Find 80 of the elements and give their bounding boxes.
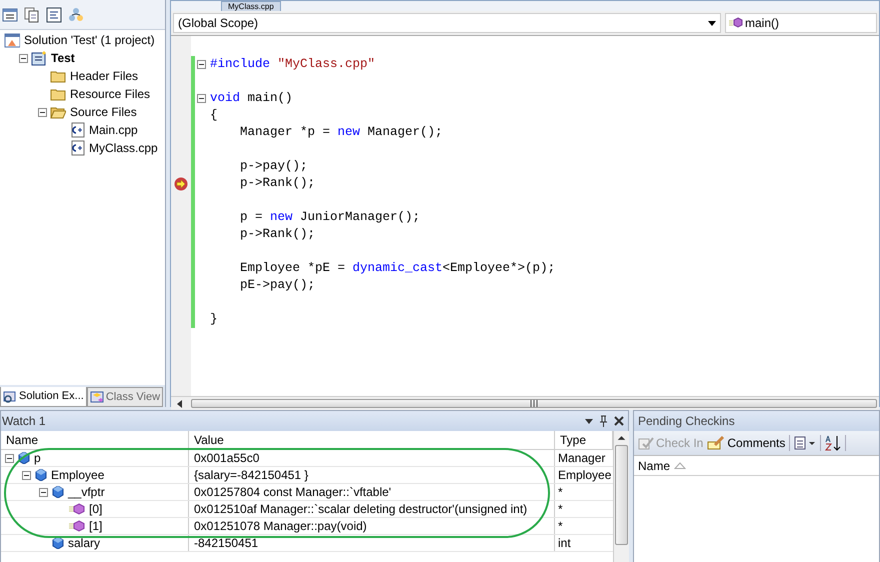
cpp-file-icon bbox=[69, 122, 85, 138]
code-line: pE->pay(); bbox=[239, 277, 316, 294]
project-icon bbox=[31, 50, 47, 66]
documents-icon[interactable] bbox=[24, 6, 40, 22]
toolbar-button[interactable]: Comments bbox=[707, 434, 786, 452]
watch-name: __vfptr bbox=[68, 484, 105, 501]
scope-dropdown[interactable]: (Global Scope) bbox=[173, 13, 721, 33]
class-view-icon bbox=[90, 390, 104, 404]
watch-name: [1] bbox=[89, 518, 102, 535]
dropdown-arrow-icon bbox=[708, 20, 716, 26]
code-line: { bbox=[210, 107, 218, 124]
code-line: Employee *pE = dynamic_cast<Employee*>(p); bbox=[239, 260, 556, 278]
column-header[interactable]: Name bbox=[638, 456, 670, 474]
sort-az-icon[interactable] bbox=[825, 435, 842, 451]
properties-icon[interactable] bbox=[2, 6, 18, 22]
code-line: void main() bbox=[210, 90, 293, 108]
document-list-icon[interactable] bbox=[794, 436, 816, 450]
pencil-note-icon bbox=[707, 436, 726, 450]
code-line: } bbox=[210, 311, 218, 328]
code-line: p->Rank(); bbox=[239, 226, 316, 244]
class-diagram-icon[interactable] bbox=[68, 6, 84, 22]
code-view-icon[interactable] bbox=[46, 6, 62, 22]
collapse-icon[interactable] bbox=[38, 108, 47, 116]
field-icon bbox=[35, 469, 47, 481]
code-line: #include "MyClass.cpp" bbox=[210, 56, 376, 74]
dropdown-arrow-icon[interactable] bbox=[585, 418, 593, 424]
collapse-icon[interactable] bbox=[5, 454, 14, 462]
code-line: Manager *p = new Manager(); bbox=[239, 124, 443, 142]
sort-arrow-icon bbox=[674, 462, 686, 469]
method-icon bbox=[729, 17, 743, 29]
watch-value: 0x001a55c0 bbox=[189, 450, 555, 466]
watch-value: -842150451 bbox=[189, 535, 555, 551]
tree-item[interactable]: Solution 'Test' (1 project) bbox=[23, 31, 156, 49]
collapse-icon[interactable] bbox=[197, 60, 206, 69]
collapse-icon[interactable] bbox=[19, 54, 28, 62]
vertical-scrollbar-thumb[interactable] bbox=[615, 445, 628, 545]
solution-icon bbox=[4, 32, 20, 48]
panel-title: Watch 1 bbox=[2, 413, 46, 430]
panel-tab[interactable]: Class View bbox=[86, 387, 164, 407]
field-icon bbox=[52, 537, 64, 549]
method-icon bbox=[69, 520, 85, 532]
method-icon bbox=[69, 503, 85, 515]
code-line: p->Rank(); bbox=[239, 175, 316, 192]
tree-item[interactable]: Test bbox=[50, 49, 76, 67]
field-icon bbox=[18, 452, 30, 464]
member-dropdown[interactable]: main() bbox=[725, 13, 877, 33]
watch-name: [0] bbox=[89, 501, 102, 518]
tree-item[interactable]: Resource Files bbox=[69, 85, 152, 103]
watch-type: * bbox=[557, 484, 564, 500]
tree-item[interactable]: MyClass.cpp bbox=[88, 139, 159, 157]
panel-tab[interactable]: Solution Ex... bbox=[0, 387, 87, 407]
watch-value: {salary=-842150451 } bbox=[189, 467, 555, 483]
checkin-icon bbox=[638, 436, 654, 450]
editor-tab[interactable]: MyClass.cpp bbox=[221, 1, 281, 11]
tree-item[interactable]: Header Files bbox=[69, 67, 140, 85]
watch-type: * bbox=[557, 518, 564, 534]
tree-item[interactable]: Main.cpp bbox=[88, 121, 139, 139]
collapse-icon[interactable] bbox=[197, 94, 206, 103]
watch-name: salary bbox=[68, 535, 100, 552]
watch-type: Manager bbox=[557, 450, 606, 466]
close-icon[interactable] bbox=[614, 416, 624, 426]
field-icon bbox=[52, 486, 64, 498]
collapse-icon[interactable] bbox=[22, 470, 31, 480]
code-line: p = new JuniorManager(); bbox=[239, 209, 420, 226]
magnifier-icon bbox=[3, 390, 17, 404]
watch-type: * bbox=[557, 501, 564, 517]
pin-icon[interactable] bbox=[599, 415, 608, 427]
code-line: p->pay(); bbox=[239, 158, 308, 176]
watch-name: p bbox=[34, 450, 41, 467]
watch-type: Employee bbox=[557, 467, 612, 483]
collapse-icon[interactable] bbox=[39, 488, 48, 496]
watch-name: Employee bbox=[51, 467, 104, 484]
cpp-file-icon bbox=[69, 140, 85, 156]
panel-title: Pending Checkins bbox=[634, 411, 879, 431]
tree-item[interactable]: Source Files bbox=[69, 103, 138, 121]
watch-value: 0x01251078 Manager::pay(void) bbox=[189, 518, 555, 534]
horizontal-scrollbar-thumb[interactable] bbox=[191, 399, 877, 408]
watch-type: int bbox=[557, 535, 572, 551]
watch-value: 0x01257804 const Manager::`vftable' bbox=[189, 484, 555, 500]
watch-value: 0x012510af Manager::`scalar deleting destructor'(unsigned int) bbox=[189, 501, 555, 517]
